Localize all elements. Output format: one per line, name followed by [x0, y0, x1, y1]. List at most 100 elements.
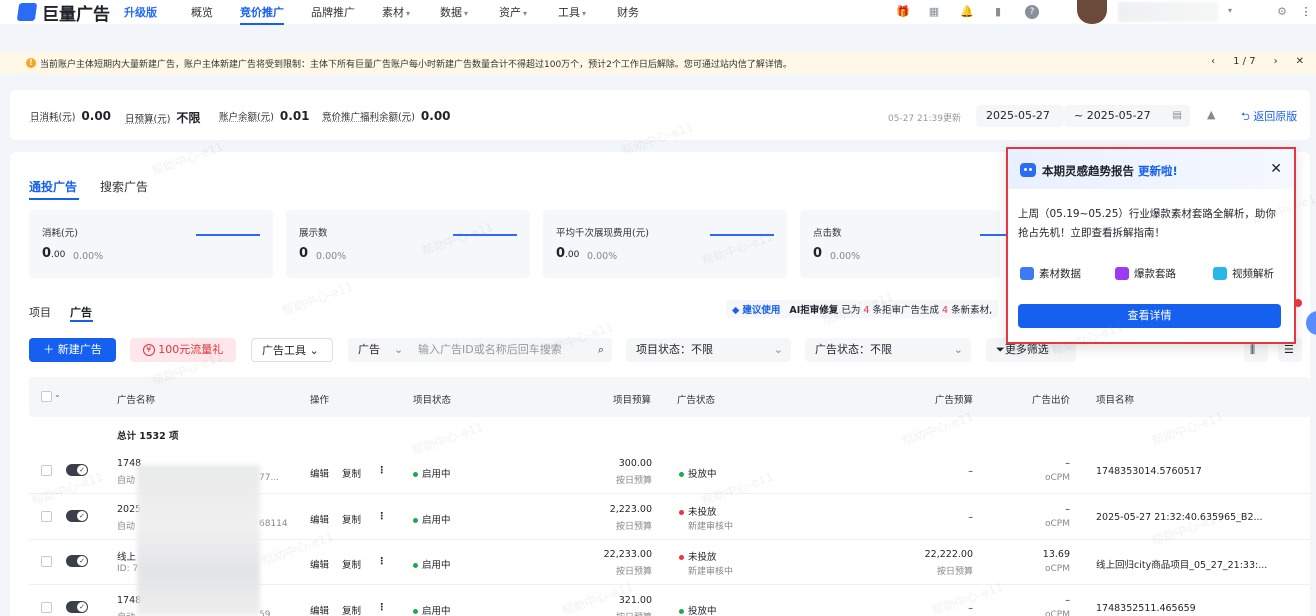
gift-button[interactable]: ¥ 100元流量礼	[130, 338, 236, 362]
copy-button[interactable]: 复制	[342, 466, 361, 480]
view-details-button[interactable]: 查看详情	[1018, 304, 1281, 328]
back-original-link[interactable]: ⮌ 返回原版	[1241, 108, 1297, 127]
stat-label[interactable]: 日预算(元)	[125, 111, 170, 125]
new-ad-button[interactable]: ＋ 新建广告	[29, 338, 116, 362]
stat-label[interactable]: 账户余额(元)	[219, 109, 274, 123]
ad-status: 未投放	[679, 504, 717, 518]
ai-suggestion[interactable]: ◆ 建议使用 AI拒审修复 已为 4 条拒审广告生成 4 条新素材,	[726, 300, 999, 318]
tab-search-ads[interactable]: 搜索广告	[100, 178, 148, 195]
more-actions-icon[interactable]: ⋮	[377, 602, 387, 613]
nav-item-assets[interactable]: 资产 ▾	[499, 4, 527, 20]
ad-bid: –	[1065, 595, 1070, 606]
row-checkbox[interactable]	[41, 511, 52, 522]
col-ad-budget[interactable]: 广告预算	[935, 392, 973, 406]
ad-name[interactable]: 线上	[117, 549, 136, 563]
nav-item-material[interactable]: 素材 ▾	[382, 4, 410, 20]
project-budget: 2,223.00	[609, 504, 652, 515]
stat-label[interactable]: 竞价推广福利余额(元)	[322, 109, 415, 123]
more-actions-icon[interactable]: ⋮	[377, 511, 387, 522]
more-actions-icon[interactable]: ⋮	[377, 556, 387, 567]
suggest-count: 4	[863, 305, 870, 316]
edit-button[interactable]: 编辑	[310, 512, 329, 526]
chevron-right-icon[interactable]: ›	[1274, 56, 1278, 67]
link-material-data[interactable]: 素材数据	[1020, 266, 1081, 281]
blurred-ad-names	[137, 465, 260, 616]
row-toggle[interactable]	[66, 555, 88, 567]
project-name[interactable]: 1748353014.5760517	[1096, 466, 1202, 477]
search-icon[interactable]: ⌕	[598, 338, 604, 362]
nav-item-bidding[interactable]: 竞价推广	[240, 4, 284, 25]
edit-button[interactable]: 编辑	[310, 466, 329, 480]
stat-value: 不限	[176, 111, 201, 125]
help-icon[interactable]: ?	[1025, 5, 1039, 19]
search-scope-select[interactable]: 广告	[358, 343, 380, 356]
more-icon[interactable]: ⋮	[1300, 6, 1312, 18]
copy-button[interactable]: 复制	[342, 557, 361, 571]
page-total: 7	[1249, 56, 1256, 67]
link-video-analysis[interactable]: 视频解析	[1213, 266, 1274, 281]
gift-icon[interactable]: 🎁	[896, 6, 910, 18]
kpi-card-cpm[interactable]: 平均千次展现费用(元) 0.00 0.00%	[543, 210, 787, 278]
nav-item-data[interactable]: 数据 ▾	[440, 4, 468, 20]
notice-text: 当前账户主体短期内大量新建广告，账户主体新建广告将受到限制：主体下所有巨量广告账…	[40, 60, 792, 70]
book-icon[interactable]: ▮	[992, 6, 1004, 18]
project-name[interactable]: 1748352511.465659	[1096, 603, 1196, 614]
link-hot-routines[interactable]: 爆款套路	[1115, 266, 1176, 281]
kpi-card-impressions[interactable]: 展示数 0 0.00%	[286, 210, 530, 278]
settings-icon[interactable]: ⚙	[1276, 6, 1288, 18]
nav-item-finance[interactable]: 财务	[617, 4, 639, 20]
date-end[interactable]: ~ 2025-05-27 ▤	[1064, 105, 1190, 127]
project-status-filter[interactable]: 项目状态：不限 ⌄	[626, 338, 791, 362]
select-all-checkbox[interactable]	[41, 391, 52, 402]
col-project-name[interactable]: 项目名称	[1096, 392, 1134, 406]
row-toggle[interactable]	[66, 601, 88, 613]
date-start[interactable]: 2025-05-27	[976, 105, 1064, 127]
row-toggle[interactable]	[66, 464, 88, 476]
ad-tag: 自动	[117, 610, 135, 616]
avatar[interactable]	[1077, 0, 1107, 24]
ad-tools-label: 广告工具	[262, 344, 306, 357]
close-icon[interactable]: ✕	[1296, 56, 1304, 67]
tab-general-ads[interactable]: 通投广告	[29, 178, 77, 195]
row-checkbox[interactable]	[41, 465, 52, 476]
row-checkbox[interactable]	[41, 602, 52, 613]
bid-type: oCPM	[1045, 473, 1070, 483]
nav-item-overview[interactable]: 概览	[191, 4, 213, 20]
more-actions-icon[interactable]: ⋮	[377, 465, 387, 476]
edit-button[interactable]: 编辑	[310, 557, 329, 571]
nav-item-tools[interactable]: 工具 ▾	[558, 4, 586, 20]
search-input[interactable]: 输入广告ID或名称后回车搜索	[418, 338, 562, 362]
kpi-card-clicks[interactable]: 点击数 0 0.00%	[800, 210, 1010, 278]
robot-icon[interactable]: ▲	[1207, 108, 1219, 121]
subtab-project[interactable]: 项目	[29, 304, 51, 320]
chevron-down-icon[interactable]: ⌄	[54, 390, 61, 399]
project-name[interactable]: 线上回归city商品项目_05_27_21:33:...	[1096, 557, 1267, 571]
row-toggle[interactable]	[66, 510, 88, 522]
copy-button[interactable]: 复制	[342, 603, 361, 616]
nav-item-brand[interactable]: 品牌推广	[311, 4, 355, 20]
ad-tag: 自动	[117, 476, 136, 486]
subtab-ads[interactable]: 广告	[70, 304, 92, 320]
col-ad-name[interactable]: 广告名称	[117, 392, 155, 406]
upgrade-link[interactable]: 升级版	[124, 4, 157, 20]
stat-label[interactable]: 日消耗(元)	[30, 109, 75, 123]
ad-tools-dropdown[interactable]: 广告工具 ⌄	[251, 338, 333, 362]
project-name[interactable]: 2025-05-27 21:32:40.635965_B2...	[1096, 512, 1263, 523]
chevron-down-icon[interactable]: ▾	[1228, 6, 1232, 15]
subtab-underline	[70, 320, 93, 322]
chevron-left-icon[interactable]: ‹	[1211, 56, 1215, 67]
close-icon[interactable]: ✕	[1270, 161, 1282, 177]
copy-button[interactable]: 复制	[342, 512, 361, 526]
col-ad-bid[interactable]: 广告出价	[1032, 392, 1070, 406]
col-project-status[interactable]: 项目状态	[413, 392, 451, 406]
edit-button[interactable]: 编辑	[310, 603, 329, 616]
bell-icon[interactable]: 🔔	[960, 6, 974, 18]
col-project-budget[interactable]: 项目预算	[613, 392, 651, 406]
col-ad-status[interactable]: 广告状态	[677, 392, 715, 406]
row-checkbox[interactable]	[41, 556, 52, 567]
grid-icon[interactable]: ▦	[928, 6, 940, 18]
kpi-card-cost[interactable]: 消耗(元) 0.00 0.00%	[29, 210, 273, 278]
stat-value: 0.00	[81, 109, 112, 123]
logo[interactable]: 巨量广告 升级版	[16, 0, 157, 25]
ad-status-filter[interactable]: 广告状态：不限 ⌄	[805, 338, 971, 362]
